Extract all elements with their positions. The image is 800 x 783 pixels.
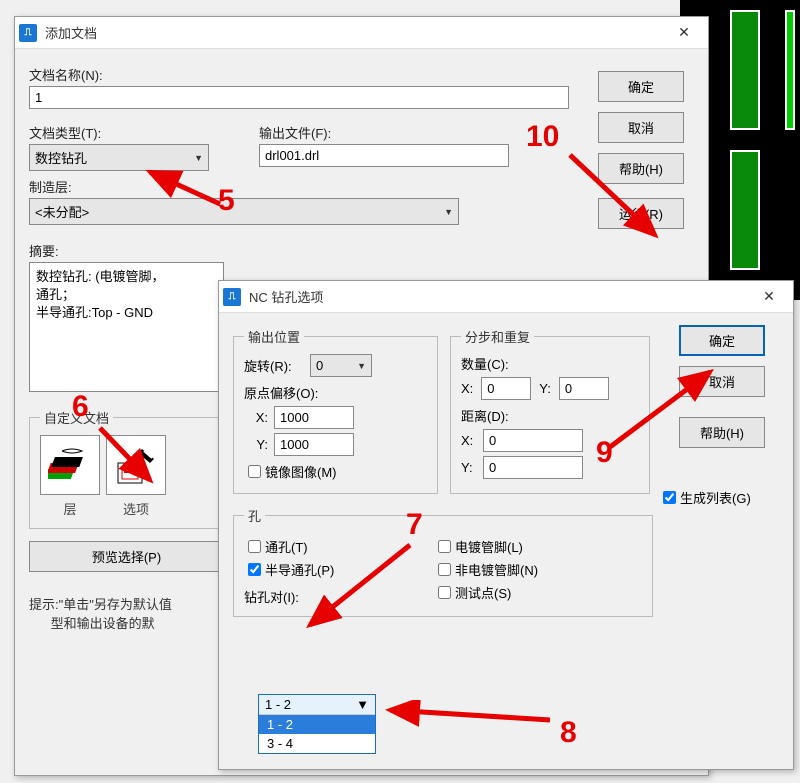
- chevron-down-icon: ▼: [194, 153, 203, 163]
- through-hole-checkbox[interactable]: [248, 540, 261, 553]
- doc-name-input[interactable]: [29, 86, 569, 109]
- dialog-titlebar[interactable]: ⎍ 添加文档 ✕: [15, 17, 708, 49]
- dialog-title: 添加文档: [45, 23, 664, 42]
- doc-type-value: 数控钻孔: [35, 148, 87, 167]
- summary-label: 摘要:: [29, 241, 598, 260]
- summary-line: 半导通孔:Top - GND: [36, 304, 217, 322]
- drill-pair-dropdown[interactable]: 1 - 2 ▼ 1 - 2 3 - 4: [258, 694, 376, 754]
- app-icon: ⎍: [223, 288, 241, 306]
- layer-label: 制造层:: [29, 177, 598, 196]
- y-label: Y:: [244, 437, 274, 452]
- partial-hole-row[interactable]: 半导通孔(P): [244, 560, 434, 579]
- drill-pair-option[interactable]: 1 - 2: [259, 715, 375, 734]
- rotate-label: 旋转(R):: [244, 356, 310, 375]
- mirror-label: 镜像图像(M): [265, 462, 337, 481]
- summary-line: 数控钻孔: (电镀管脚，: [36, 268, 217, 286]
- gen-list-label: 生成列表(G): [680, 488, 751, 507]
- x-label: X:: [244, 410, 274, 425]
- origin-y-input[interactable]: [274, 433, 354, 456]
- distance-label: 距离(D):: [461, 406, 639, 425]
- layers-button[interactable]: [40, 435, 100, 495]
- mirror-checkbox-row[interactable]: 镜像图像(M): [244, 462, 427, 481]
- doc-type-select[interactable]: 数控钻孔 ▼: [29, 144, 209, 171]
- options-button[interactable]: [106, 435, 166, 495]
- layers-caption: 层: [40, 499, 100, 518]
- test-point-label: 测试点(S): [455, 583, 511, 602]
- rotate-select[interactable]: 0 ▼: [310, 354, 372, 377]
- origin-x-input[interactable]: [274, 406, 354, 429]
- app-icon: ⎍: [19, 24, 37, 42]
- holes-group: 孔 通孔(T) 半导通孔(P) 钻孔对(I):: [233, 506, 653, 617]
- preview-selection-button[interactable]: 预览选择(P): [29, 541, 224, 572]
- mirror-checkbox[interactable]: [248, 465, 261, 478]
- hint-text: 型和输出设备的默: [51, 616, 155, 631]
- dialog-titlebar[interactable]: ⎍ NC 钻孔选项 ✕: [219, 281, 793, 313]
- test-point-row[interactable]: 测试点(S): [434, 583, 538, 602]
- help-button[interactable]: 帮助(H): [598, 153, 684, 184]
- origin-offset-label: 原点偏移(O):: [244, 383, 427, 402]
- drill-pair-selected[interactable]: 1 - 2 ▼: [259, 695, 375, 715]
- holes-legend: 孔: [244, 506, 265, 525]
- gen-list-checkbox[interactable]: [663, 491, 676, 504]
- gen-list-row[interactable]: 生成列表(G): [659, 488, 779, 507]
- plated-pin-checkbox[interactable]: [438, 540, 451, 553]
- x-label: X:: [461, 433, 483, 448]
- drill-pair-option[interactable]: 3 - 4: [259, 734, 375, 753]
- custom-doc-group: 自定义文档 层: [29, 408, 224, 529]
- y-label: Y:: [461, 460, 483, 475]
- layer-value: <未分配>: [35, 202, 89, 221]
- help-button[interactable]: 帮助(H): [679, 417, 765, 448]
- options-icon: [114, 443, 158, 487]
- unplated-pin-checkbox[interactable]: [438, 563, 451, 576]
- chevron-down-icon: ▼: [356, 697, 369, 712]
- dialog-title: NC 钻孔选项: [249, 287, 749, 306]
- y-label: Y:: [539, 381, 551, 396]
- ok-button[interactable]: 确定: [598, 71, 684, 102]
- plated-pin-label: 电镀管脚(L): [455, 537, 523, 556]
- rotate-value: 0: [316, 358, 323, 373]
- unplated-pin-row[interactable]: 非电镀管脚(N): [434, 560, 538, 579]
- partial-hole-label: 半导通孔(P): [265, 560, 334, 579]
- run-button[interactable]: 运行(R): [598, 198, 684, 229]
- drill-pair-value: 1 - 2: [265, 697, 291, 712]
- cancel-button[interactable]: 取消: [598, 112, 684, 143]
- count-y-input[interactable]: [559, 377, 609, 400]
- output-file-input[interactable]: [259, 144, 509, 167]
- dist-x-input[interactable]: [483, 429, 583, 452]
- cancel-button[interactable]: 取消: [679, 366, 765, 397]
- count-label: 数量(C):: [461, 354, 639, 373]
- output-file-label: 输出文件(F):: [259, 123, 598, 142]
- count-x-input[interactable]: [481, 377, 531, 400]
- unplated-pin-label: 非电镀管脚(N): [455, 560, 538, 579]
- hint-text: 提示:"单击"另存为默认值: [29, 597, 172, 612]
- output-position-group: 输出位置 旋转(R): 0 ▼ 原点偏移(O): X: Y:: [233, 327, 438, 494]
- chevron-down-icon: ▼: [444, 207, 453, 217]
- through-hole-label: 通孔(T): [265, 537, 308, 556]
- step-repeat-legend: 分步和重复: [461, 327, 534, 346]
- doc-type-label: 文档类型(T):: [29, 123, 239, 142]
- doc-name-label: 文档名称(N):: [29, 65, 598, 84]
- ok-button[interactable]: 确定: [679, 325, 765, 356]
- summary-line: 通孔；: [36, 286, 217, 304]
- layers-icon: [48, 443, 92, 487]
- chevron-down-icon: ▼: [357, 361, 366, 371]
- close-icon[interactable]: ✕: [664, 19, 704, 47]
- drill-pair-label: 钻孔对(I):: [244, 587, 434, 606]
- x-label: X:: [461, 381, 473, 396]
- test-point-checkbox[interactable]: [438, 586, 451, 599]
- layer-select[interactable]: <未分配> ▼: [29, 198, 459, 225]
- close-icon[interactable]: ✕: [749, 283, 789, 311]
- custom-doc-legend: 自定义文档: [40, 408, 113, 427]
- summary-box: 数控钻孔: (电镀管脚， 通孔； 半导通孔:Top - GND: [29, 262, 224, 392]
- partial-hole-checkbox[interactable]: [248, 563, 261, 576]
- plated-pin-row[interactable]: 电镀管脚(L): [434, 537, 538, 556]
- output-position-legend: 输出位置: [244, 327, 304, 346]
- step-repeat-group: 分步和重复 数量(C): X: Y: 距离(D): X: Y:: [450, 327, 650, 494]
- through-hole-row[interactable]: 通孔(T): [244, 537, 434, 556]
- options-caption: 选项: [106, 499, 166, 518]
- dist-y-input[interactable]: [483, 456, 583, 479]
